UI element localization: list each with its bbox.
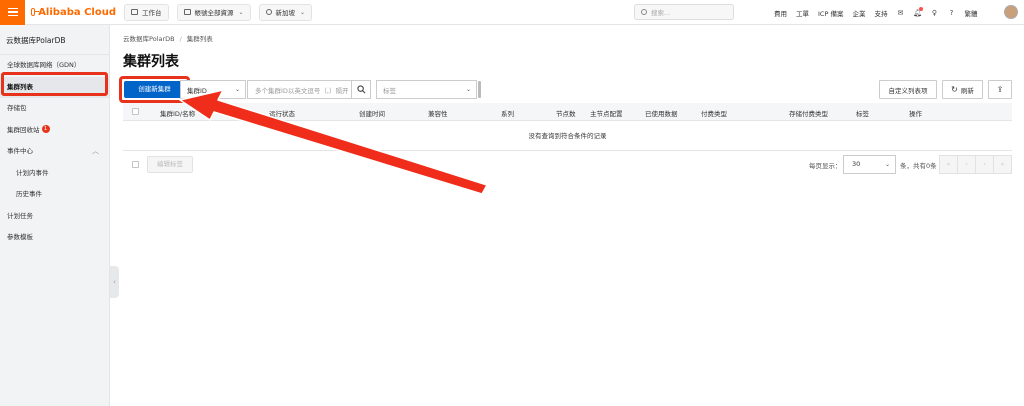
sidebar-item-label: 事件中心 [7, 147, 33, 155]
chevron-down-icon: ⌄ [238, 8, 244, 16]
annotation-highlight-sidebar [1, 72, 108, 96]
sidebar-item-scheduled-tasks[interactable]: 计划任务 [0, 206, 109, 228]
top-link-billing[interactable]: 費用 [774, 8, 787, 18]
search-button[interactable] [352, 80, 371, 99]
page-title: 集群列表 [123, 54, 179, 70]
sidebar-item-history-events[interactable]: 历史事件 [0, 184, 109, 206]
cluster-id-search-input[interactable]: 多个集群ID以英文逗号（,）隔开 [247, 80, 352, 99]
column-header: 节点数 [556, 110, 576, 118]
column-header: 付费类型 [701, 110, 727, 118]
workbench-button[interactable]: 工作台 [124, 3, 169, 21]
alibaba-cloud-logo[interactable]: Alibaba Cloud [31, 7, 116, 18]
refresh-button[interactable]: ↻ 刷新 [942, 80, 983, 99]
resource-icon [183, 9, 191, 15]
column-header: 系列 [501, 110, 514, 118]
help-icon[interactable]: ? [947, 9, 955, 17]
top-navigation-bar: Alibaba Cloud 工作台 帳號全部資源 ⌄ 新加坡 ⌄ 搜索... 費… [0, 0, 1024, 25]
table-footer: 编辑标签 每页显示： 30 ⌄ 条，共有0条 « ‹ › » [123, 155, 1012, 174]
notification-dot [919, 6, 924, 11]
column-header: 标签 [856, 110, 869, 118]
column-header: 运行状态 [269, 110, 295, 118]
top-link-tickets[interactable]: 工單 [796, 8, 809, 18]
sidebar-item-parameter-templates[interactable]: 参数模板 [0, 227, 109, 249]
sidebar-item-storage-package[interactable]: 存储包 [0, 98, 109, 120]
top-links: 費用 工單 ICP 備案 企業 支持 ✉ 🔔︎ ♀ ? 繁體 [774, 0, 977, 25]
sidebar-item-event-center[interactable]: 事件中心 ︿ [0, 141, 109, 163]
breadcrumb-item-polardb[interactable]: 云数据库PolarDB [123, 35, 175, 43]
mail-icon[interactable]: ✉ [896, 9, 904, 17]
chevron-down-icon: ⌄ [234, 86, 240, 93]
search-icon [641, 9, 647, 15]
tag-filter-select[interactable]: 标签 ⌄ [376, 80, 477, 99]
select-all-checkbox[interactable] [132, 108, 139, 115]
pagination: « ‹ › » [939, 155, 1012, 174]
column-header: 创建时间 [359, 110, 385, 118]
chevron-down-icon: ⌄ [465, 86, 471, 93]
home-icon [131, 9, 138, 15]
lightbulb-icon[interactable]: ♀ [930, 9, 938, 17]
region-selector[interactable]: 新加坡 ⌄ [258, 3, 313, 21]
next-page-button[interactable]: › [976, 156, 994, 173]
language-switch[interactable]: 繁體 [964, 8, 977, 18]
column-header: 操作 [909, 110, 922, 118]
column-header: 主节点配置 [590, 110, 623, 118]
bell-icon[interactable]: 🔔︎ [913, 6, 924, 17]
column-header: 存储付费类型 [789, 110, 828, 118]
empty-state-message: 没有查询到符合条件的记录 [123, 122, 1012, 151]
total-count-text: 条，共有0条 [900, 162, 937, 170]
page-size-label: 每页显示： [809, 162, 842, 170]
tag-filter-scroll-handle[interactable] [478, 81, 481, 98]
top-link-icp[interactable]: ICP 備案 [818, 8, 843, 18]
sidebar-item-recycle-bin[interactable]: 集群回收站 1 [0, 120, 109, 142]
alibaba-cloud-logo-icon [31, 8, 40, 16]
sidebar-item-label: 集群回收站 [7, 125, 40, 134]
search-icon [356, 85, 365, 94]
top-link-enterprise[interactable]: 企業 [852, 8, 865, 18]
global-search-input[interactable]: 搜索... [634, 4, 734, 20]
account-scope-selector[interactable]: 帳號全部資源 ⌄ [176, 3, 251, 21]
first-page-button[interactable]: « [940, 156, 958, 173]
filter-field-select[interactable]: 集群ID ⌄ [180, 80, 246, 99]
column-header: 兼容性 [428, 110, 448, 118]
count-badge: 1 [41, 124, 50, 133]
table-header: 集群ID/名称 运行状态 创建时间 兼容性 系列 节点数 主节点配置 已使用数据… [123, 103, 1012, 121]
chevron-down-icon: ⌄ [300, 8, 306, 16]
page-size-select[interactable]: 30 ⌄ [843, 155, 896, 174]
chevron-up-icon: ︿ [92, 147, 99, 155]
sidebar-item-planned-events[interactable]: 计划内事件 [0, 163, 109, 185]
sidebar: 云数据库PolarDB 全球数据库网络（GDN） 集群列表 存储包 集群回收站 1… [0, 25, 110, 406]
hamburger-menu-icon[interactable] [0, 0, 25, 25]
top-link-support[interactable]: 支持 [874, 8, 887, 18]
footer-select-all-checkbox[interactable] [132, 161, 139, 168]
prev-page-button[interactable]: ‹ [958, 156, 976, 173]
refresh-icon: ↻ [951, 85, 958, 94]
edit-tags-button[interactable]: 编辑标签 [147, 156, 193, 173]
last-page-button[interactable]: » [994, 156, 1011, 173]
sidebar-title: 云数据库PolarDB [0, 25, 109, 55]
chevron-down-icon: ⌄ [884, 161, 890, 168]
avatar[interactable] [1004, 5, 1018, 19]
export-button[interactable]: ⇪ [988, 80, 1012, 99]
breadcrumb-item-cluster-list: 集群列表 [186, 35, 213, 43]
breadcrumb: 云数据库PolarDB / 集群列表 [123, 35, 213, 43]
location-icon [265, 9, 272, 15]
column-header: 集群ID/名称 [160, 110, 196, 118]
column-header: 已使用数据 [645, 110, 678, 118]
customize-columns-button[interactable]: 自定义列表项 [879, 80, 937, 99]
upload-icon: ⇪ [996, 85, 1004, 94]
